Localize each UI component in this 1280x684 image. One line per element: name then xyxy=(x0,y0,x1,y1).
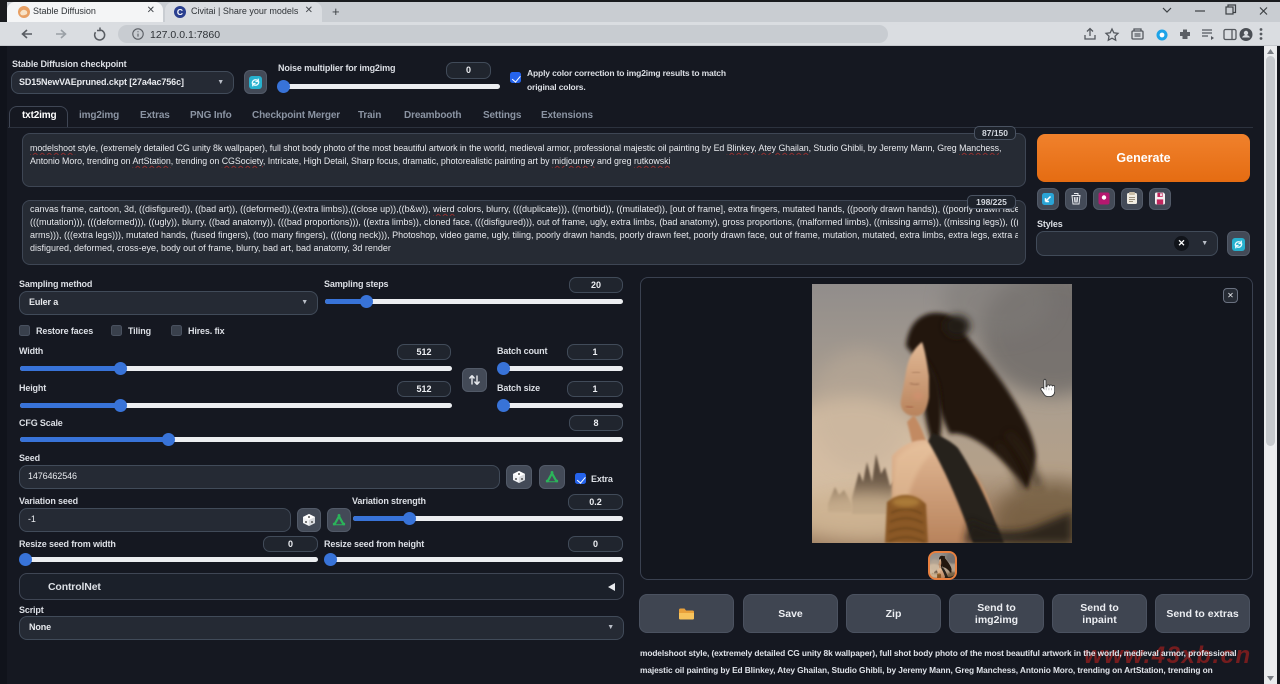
svg-text:C: C xyxy=(177,7,183,17)
